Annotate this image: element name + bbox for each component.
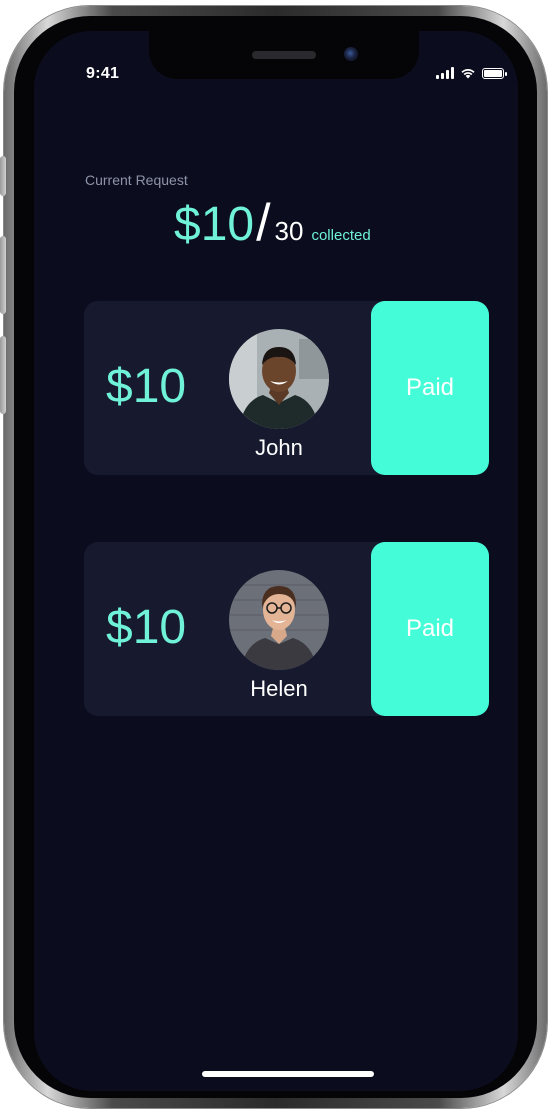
battery-icon (482, 67, 507, 79)
phone-frame: 9:41 Current Request $10 / 30 collected … (0, 6, 547, 1108)
person-photo-icon (229, 329, 329, 429)
payment-amount: $10 (106, 601, 187, 654)
collected-label: collected (311, 227, 371, 244)
avatar-helen (229, 570, 329, 670)
person-photo-icon (229, 570, 329, 670)
payment-amount: $10 (106, 360, 187, 413)
home-indicator[interactable] (202, 1071, 374, 1077)
speaker-grille (252, 51, 316, 59)
collected-amount: $10 (174, 198, 255, 251)
payer-name: John (255, 435, 303, 460)
collected-total: $10 / 30 collected (174, 197, 371, 249)
paid-button[interactable]: Paid (371, 301, 489, 475)
volume-up-button (0, 236, 6, 314)
payment-card-helen: $10 Helen Paid (84, 542, 489, 716)
notch (149, 31, 419, 79)
status-icons (436, 67, 507, 79)
avatar-john (229, 329, 329, 429)
front-camera (344, 47, 358, 61)
cellular-signal-icon (436, 67, 454, 79)
payment-card-john: $10 John Paid (84, 301, 489, 475)
app-screen: 9:41 Current Request $10 / 30 collected … (34, 31, 518, 1091)
mute-switch (0, 156, 6, 196)
status-time: 9:41 (86, 65, 120, 82)
goal-amount: 30 (274, 216, 304, 246)
paid-button[interactable]: Paid (371, 542, 489, 716)
current-request-label: Current Request (85, 172, 188, 188)
wifi-icon (461, 68, 475, 79)
payer-name: Helen (250, 676, 308, 701)
volume-down-button (0, 336, 6, 414)
amount-separator: / (256, 194, 271, 252)
